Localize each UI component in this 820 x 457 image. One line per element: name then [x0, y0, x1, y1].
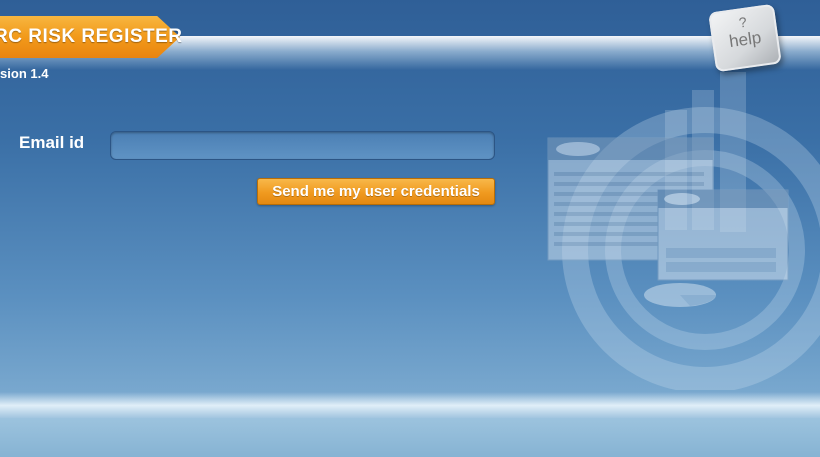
email-label: Email id	[19, 133, 85, 152]
email-input[interactable]	[110, 131, 495, 160]
app-title: RC RISK REGISTER	[0, 26, 183, 47]
footer-area	[0, 418, 820, 457]
help-button[interactable]: ? help	[708, 3, 782, 73]
dashboard-illustration	[547, 72, 820, 390]
send-credentials-button[interactable]: Send me my user credentials	[257, 178, 495, 205]
version-label: rsion 1.4	[0, 66, 49, 81]
